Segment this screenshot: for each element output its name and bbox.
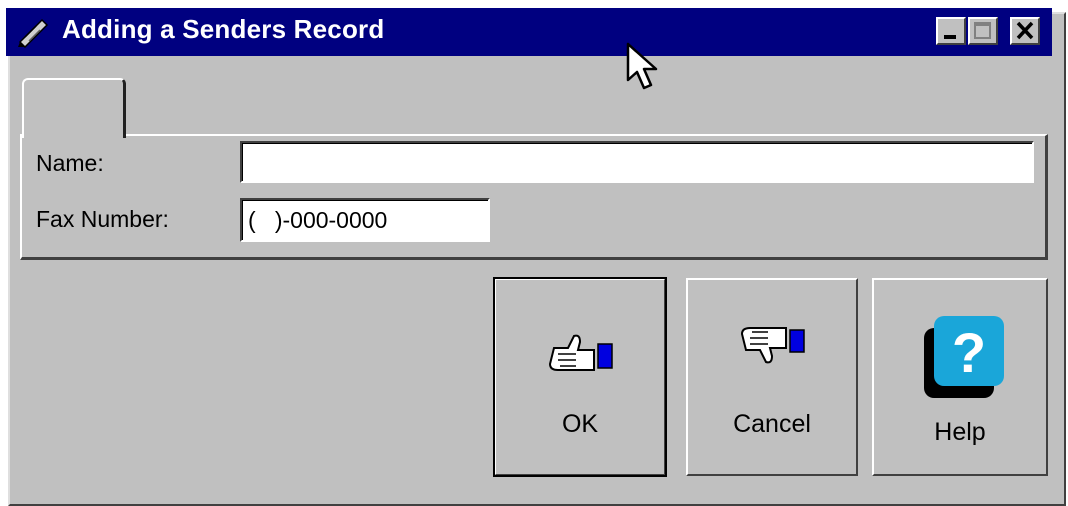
pen-feather-icon	[16, 16, 50, 49]
ok-label: OK	[561, 410, 599, 438]
close-button[interactable]	[1010, 17, 1040, 45]
thumbs-down-hand-icon	[740, 324, 810, 368]
help-button[interactable]: ? Help	[872, 278, 1048, 476]
fax-number-input[interactable]	[240, 198, 490, 242]
tab-general[interactable]	[22, 78, 126, 138]
name-input[interactable]	[240, 141, 1034, 183]
mouse-pointer-icon	[624, 42, 664, 94]
fax-number-label: Fax Number:	[36, 206, 169, 232]
svg-text:?: ?	[952, 321, 986, 384]
help-label: Help	[934, 418, 986, 446]
thumbs-up-hand-icon	[548, 330, 618, 374]
cancel-label: Cancel	[733, 410, 811, 438]
ok-button[interactable]: OK	[493, 277, 667, 477]
title-bar[interactable]: Adding a Senders Record	[6, 8, 1052, 56]
question-mark-help-icon: ?	[918, 310, 1012, 404]
window-title: Adding a Senders Record	[62, 14, 385, 44]
minimize-button[interactable]	[936, 17, 966, 45]
name-label: Name:	[36, 150, 104, 176]
cancel-button[interactable]: Cancel	[686, 278, 858, 476]
maximize-button[interactable]	[968, 17, 998, 45]
